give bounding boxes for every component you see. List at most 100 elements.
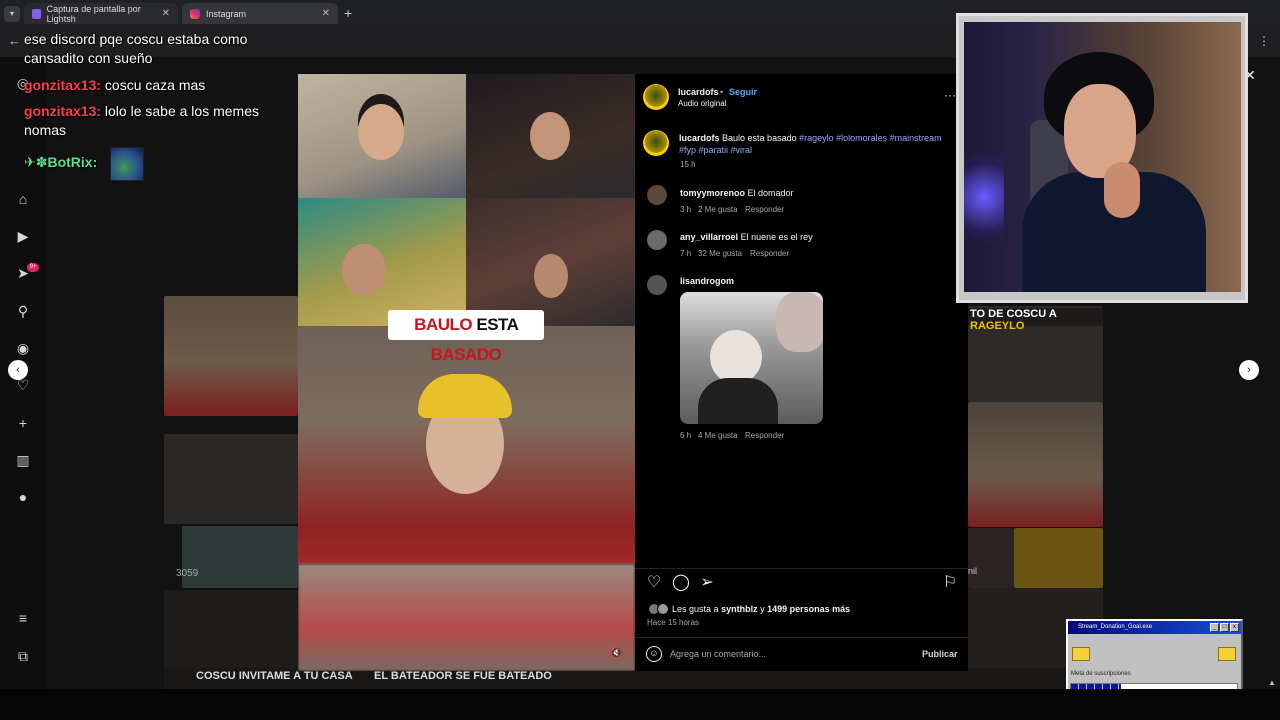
- bookmark-icon[interactable]: ⚐: [941, 574, 959, 592]
- heart-icon[interactable]: ♡: [645, 574, 663, 592]
- profile-icon[interactable]: ●: [14, 488, 32, 506]
- chat-text: ese discord pqe coscu estaba como cansad…: [24, 31, 248, 66]
- comment-username[interactable]: lisandrogom: [680, 276, 734, 286]
- comment-username[interactable]: tomyymorenoo: [680, 188, 745, 198]
- commenter-avatar[interactable]: [647, 230, 667, 250]
- author-avatar[interactable]: [643, 84, 669, 110]
- comment-input[interactable]: [670, 645, 910, 663]
- minimize-icon: _: [1210, 623, 1219, 632]
- chat-badges: ✈✽: [24, 154, 48, 170]
- tab-instagram[interactable]: Instagram ✕: [182, 3, 338, 24]
- dashboard-icon[interactable]: ▥: [14, 451, 32, 469]
- collage-tile: [182, 526, 298, 588]
- scroll-up-icon[interactable]: ▲: [1268, 678, 1276, 687]
- bottom-bar: [0, 689, 1280, 720]
- likes-count[interactable]: 1499 personas más: [767, 604, 850, 614]
- create-icon[interactable]: +: [14, 414, 32, 432]
- post-date: Hace 15 horas: [647, 618, 700, 627]
- hashtags[interactable]: #fyp #paratii #viral: [679, 145, 752, 155]
- tab-lightshot[interactable]: Captura de pantalla por Lightsh ✕: [24, 3, 178, 24]
- caption-word: BAULO: [414, 315, 473, 334]
- likes-prefix: Les gusta a: [672, 604, 719, 614]
- hashtags[interactable]: #rageylo #lolomorales #mainstream: [799, 133, 942, 143]
- audio-label[interactable]: Audio original: [678, 99, 726, 108]
- close-icon: x: [1230, 623, 1239, 632]
- mute-icon[interactable]: 🔇: [610, 648, 622, 659]
- collage-tile: [968, 402, 1103, 527]
- more-options-button[interactable]: ···: [944, 88, 956, 102]
- reply-button[interactable]: Responder: [745, 431, 784, 440]
- liker-avatars: [648, 603, 670, 615]
- tab-close-icon[interactable]: ✕: [162, 8, 170, 19]
- strip-caption: COSCU INVITAME A TU CASA: [196, 670, 353, 682]
- chevron-down-icon[interactable]: ▾: [4, 6, 20, 22]
- new-tab-button[interactable]: +: [344, 5, 352, 21]
- search-icon[interactable]: ⚲: [14, 302, 32, 320]
- reply-button[interactable]: Responder: [745, 205, 784, 214]
- collage-caption-white: TO DE COSCU A: [970, 308, 1057, 320]
- caption-word: BASADO: [430, 345, 502, 364]
- back-button[interactable]: ←: [8, 33, 21, 48]
- comment-time: 6 h: [680, 431, 692, 440]
- chat-username: gonzitax13:: [24, 103, 102, 119]
- reply-button[interactable]: Responder: [750, 249, 789, 258]
- collage-tile: [968, 528, 1014, 588]
- author-username[interactable]: lucardofs: [678, 87, 719, 97]
- collage-tile: [1014, 528, 1103, 588]
- goal-label: Meta de suscripciones: [1071, 671, 1131, 677]
- commenter-avatar[interactable]: [647, 275, 667, 295]
- home-icon[interactable]: ⌂: [14, 190, 32, 208]
- reel-video[interactable]: BAULO ESTA BASADO 🔇: [298, 74, 635, 671]
- beanie: [418, 374, 512, 418]
- tab-close-icon[interactable]: ✕: [322, 8, 330, 19]
- notification-badge: 9+: [27, 263, 39, 272]
- person: [1104, 162, 1140, 218]
- comment-likes[interactable]: 32 Me gusta: [698, 249, 742, 258]
- caption-time: 15 h: [680, 160, 696, 169]
- chat-emote: [110, 147, 144, 181]
- explore-icon[interactable]: ◉: [14, 339, 32, 357]
- comment-likes[interactable]: 2 Me gusta: [698, 205, 738, 214]
- chat-username: gonzitax13:: [24, 77, 102, 93]
- video-caption: BAULO ESTA BASADO: [388, 310, 544, 364]
- menu-icon[interactable]: ≡: [14, 609, 32, 627]
- person: [342, 244, 386, 296]
- post-caption: lucardofs Baulo esta basado #rageylo #lo…: [679, 133, 942, 143]
- comment-username[interactable]: any_villarroel: [680, 232, 738, 242]
- separator: •: [720, 87, 724, 97]
- collage-caption: TO DE COSCU A RAGEYLO: [968, 308, 1103, 332]
- likes-mid: y: [760, 604, 765, 614]
- previous-post-button[interactable]: ‹: [8, 360, 28, 380]
- publish-button[interactable]: Publicar: [922, 649, 958, 659]
- caption-username[interactable]: lucardofs: [679, 133, 720, 143]
- chat-text: coscu caza mas: [104, 77, 206, 93]
- emoji-icon[interactable]: ☺: [646, 646, 662, 662]
- lightshot-favicon-icon: [32, 8, 41, 19]
- threads-icon[interactable]: ⧉: [14, 647, 32, 665]
- comment-likes[interactable]: 4 Me gusta: [698, 431, 738, 440]
- author-avatar[interactable]: [643, 130, 669, 156]
- tab-title: Instagram: [206, 8, 247, 19]
- comment-icon[interactable]: ◯: [672, 574, 690, 592]
- follow-button[interactable]: Seguir: [729, 87, 757, 97]
- person: [358, 104, 404, 160]
- tab-title: Captura de pantalla por Lightsh: [46, 3, 141, 24]
- chat-message: ✈✽BotRix:: [24, 153, 97, 172]
- comment-image[interactable]: [680, 292, 823, 424]
- folder-icon: [1072, 647, 1090, 661]
- divider: [635, 568, 968, 569]
- reels-icon[interactable]: ▶: [14, 227, 32, 245]
- next-post-button[interactable]: ›: [1239, 360, 1259, 380]
- chat-username: BotRix:: [47, 154, 98, 170]
- comment: any_villarroel El nuene es el rey: [680, 232, 813, 242]
- caption-text: Baulo esta basado: [722, 133, 797, 143]
- share-icon[interactable]: ➢: [698, 574, 716, 592]
- commenter-avatar[interactable]: [647, 185, 667, 205]
- likes-user[interactable]: synthblz: [721, 604, 758, 614]
- collage-caption-yellow: RAGEYLO: [970, 320, 1025, 332]
- chat-message: ese discord pqe coscu estaba como cansad…: [24, 30, 294, 68]
- avatar: [657, 603, 669, 615]
- likes-summary[interactable]: Les gusta a synthblz y 1499 personas más: [672, 604, 850, 614]
- view-count: 3059: [176, 568, 199, 579]
- browser-menu-button[interactable]: ⋮: [1258, 34, 1270, 48]
